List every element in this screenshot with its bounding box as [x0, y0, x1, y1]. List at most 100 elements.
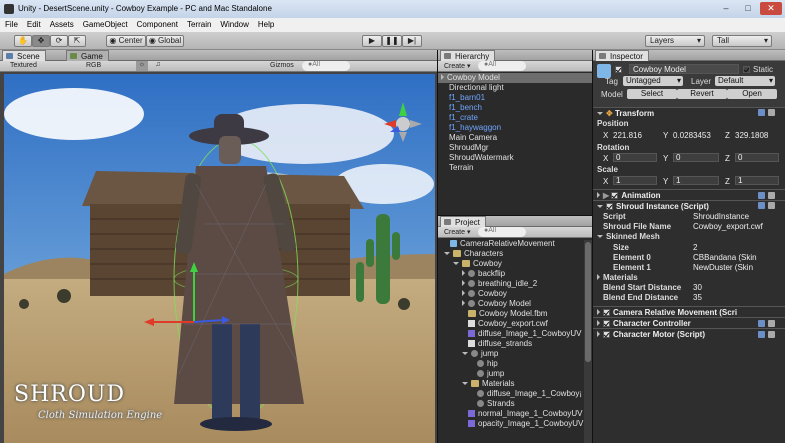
hierarchy-item[interactable]: ShroudMgr: [438, 143, 592, 153]
shroud-title[interactable]: Shroud Instance (Script): [616, 202, 709, 211]
skinned-mesh-label[interactable]: Skinned Mesh: [597, 232, 660, 241]
hierarchy-item[interactable]: Directional light: [438, 83, 592, 93]
scl-z-field[interactable]: 1: [735, 176, 779, 185]
pivot-toggle[interactable]: ◉ Center: [106, 35, 146, 47]
project-item[interactable]: Cowboy_export.cwf: [444, 319, 592, 329]
rot-y-field[interactable]: 0: [673, 153, 719, 162]
expand-arrow-icon[interactable]: [441, 74, 444, 80]
shroud-checkbox[interactable]: [606, 203, 613, 211]
project-search-input[interactable]: ●All: [478, 227, 526, 237]
tab-project[interactable]: Project: [440, 216, 486, 227]
project-item[interactable]: diffuse_strands: [444, 339, 592, 349]
expand-arrow-icon[interactable]: [462, 352, 468, 356]
rot-z-field[interactable]: 0: [735, 153, 779, 162]
model-open-button[interactable]: Open: [727, 89, 777, 99]
scale-tool-button[interactable]: ⇱: [68, 35, 86, 47]
project-scrollbar[interactable]: [584, 240, 592, 443]
project-item[interactable]: jump: [444, 369, 592, 379]
menu-terrain[interactable]: Terrain: [182, 18, 215, 29]
hand-tool-button[interactable]: ✋: [14, 35, 32, 47]
file-name-field[interactable]: Cowboy_export.cwf: [693, 222, 763, 231]
settings-gear-icon[interactable]: [768, 320, 775, 327]
blend-start-field[interactable]: 30: [693, 283, 702, 292]
expand-arrow-icon[interactable]: [444, 252, 450, 256]
settings-gear-icon[interactable]: [768, 331, 775, 338]
project-item[interactable]: Characters: [444, 249, 592, 259]
audio-toggle-icon[interactable]: ♫: [152, 61, 164, 71]
hierarchy-item[interactable]: Main Camera: [438, 133, 592, 143]
size-field[interactable]: 2: [693, 243, 697, 252]
project-item[interactable]: jump: [444, 349, 592, 359]
settings-gear-icon[interactable]: [768, 192, 775, 199]
hierarchy-item[interactable]: f1_bench: [438, 103, 592, 113]
lighting-toggle-icon[interactable]: ☼: [136, 61, 148, 71]
transform-title[interactable]: Transform: [615, 109, 654, 118]
camera-relative-movement-component[interactable]: Camera Relative Movement (Scri: [593, 306, 785, 317]
help-icon[interactable]: [758, 192, 765, 199]
active-checkbox[interactable]: [615, 66, 622, 74]
scl-y-field[interactable]: 1: [673, 176, 719, 185]
hierarchy-item[interactable]: Cowboy Model: [438, 73, 592, 83]
scene-search-input[interactable]: ●All: [302, 61, 350, 71]
menu-file[interactable]: File: [0, 18, 22, 29]
element1-field[interactable]: NewDuster (Skin: [693, 263, 753, 272]
materials-label[interactable]: Materials: [597, 273, 638, 282]
minimize-button[interactable]: –: [716, 2, 736, 15]
space-toggle[interactable]: ◉ Global: [146, 35, 184, 47]
character-controller-component[interactable]: Character Controller: [593, 317, 785, 328]
project-item[interactable]: Materials: [444, 379, 592, 389]
hierarchy-item[interactable]: f1_barn01: [438, 93, 592, 103]
hierarchy-item[interactable]: Terrain: [438, 163, 592, 173]
expand-arrow-icon[interactable]: [462, 270, 465, 276]
project-item[interactable]: backflip: [444, 269, 592, 279]
menu-gameobject[interactable]: GameObject: [78, 18, 132, 29]
project-item[interactable]: diffuse_Image_1_Cowboy¡: [444, 389, 592, 399]
expand-arrow-icon[interactable]: [462, 290, 465, 296]
character-motor-component[interactable]: Character Motor (Script): [593, 328, 785, 339]
pos-z-field[interactable]: 329.1808: [735, 131, 768, 140]
step-button[interactable]: ▶|: [402, 35, 422, 47]
static-checkbox[interactable]: [743, 66, 750, 74]
rotate-tool-button[interactable]: ⟳: [50, 35, 68, 47]
render-mode-dropdown[interactable]: Textured: [10, 62, 37, 69]
hierarchy-item[interactable]: f1_crate: [438, 113, 592, 123]
script-field[interactable]: ShroudInstance: [693, 212, 749, 221]
pos-x-field[interactable]: 221.816: [613, 131, 642, 140]
pause-button[interactable]: ❚❚: [382, 35, 402, 47]
tab-scene[interactable]: Scene: [2, 50, 46, 61]
model-revert-button[interactable]: Revert: [677, 89, 727, 99]
scl-x-field[interactable]: 1: [613, 176, 657, 185]
model-select-button[interactable]: Select: [627, 89, 677, 99]
menu-component[interactable]: Component: [132, 18, 182, 29]
project-item[interactable]: CameraRelativeMovement: [444, 239, 592, 249]
cc-checkbox[interactable]: [603, 320, 610, 328]
blend-end-field[interactable]: 35: [693, 293, 702, 302]
help-icon[interactable]: [758, 109, 765, 116]
layout-dropdown[interactable]: Tall ▾: [712, 35, 772, 47]
project-item[interactable]: Cowboy: [444, 259, 592, 269]
layer-dropdown[interactable]: Default ▾: [715, 76, 775, 86]
project-item[interactable]: Cowboy Model.fbm: [444, 309, 592, 319]
project-item[interactable]: diffuse_Image_1_CowboyUV: [444, 329, 592, 339]
menu-assets[interactable]: Assets: [45, 18, 78, 29]
maximize-button[interactable]: □: [738, 2, 758, 15]
hierarchy-item[interactable]: f1_haywaggon: [438, 123, 592, 133]
layers-dropdown[interactable]: Layers ▾: [645, 35, 705, 47]
project-item[interactable]: opacity_Image_1_CowboyUV: [444, 419, 592, 429]
cm-checkbox[interactable]: [603, 331, 610, 339]
help-icon[interactable]: [758, 202, 765, 209]
settings-gear-icon[interactable]: [768, 109, 775, 116]
hierarchy-search-input[interactable]: ●All: [478, 61, 526, 71]
hierarchy-create-dropdown[interactable]: Create ▾: [444, 62, 470, 70]
project-create-dropdown[interactable]: Create ▾: [444, 228, 470, 236]
close-button[interactable]: ✕: [760, 2, 782, 15]
hierarchy-item[interactable]: ShroudWatermark: [438, 153, 592, 163]
color-mode-dropdown[interactable]: RGB: [86, 62, 101, 69]
expand-arrow-icon[interactable]: [453, 262, 459, 266]
animation-checkbox[interactable]: [611, 192, 619, 200]
object-name-field[interactable]: Cowboy Model: [629, 64, 739, 74]
help-icon[interactable]: [758, 331, 765, 338]
project-item[interactable]: normal_Image_1_CowboyUV: [444, 409, 592, 419]
expand-arrow-icon[interactable]: [462, 280, 465, 286]
project-item[interactable]: hip: [444, 359, 592, 369]
